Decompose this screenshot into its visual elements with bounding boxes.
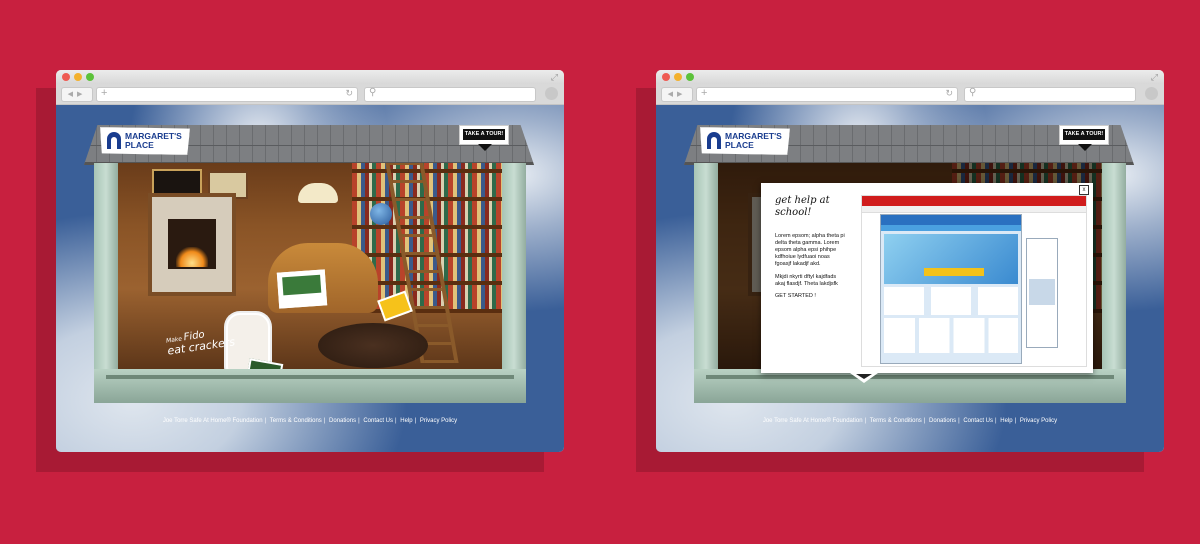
lamp-icon [298, 183, 338, 203]
logo-text: MARGARET'S PLACE [725, 131, 782, 150]
search-bar[interactable]: ⚲ [964, 87, 1136, 102]
preview-page [880, 214, 1022, 364]
logo-text: MARGARET'S PLACE [125, 131, 182, 150]
modal-title: get help at school! [775, 195, 830, 218]
plus-icon[interactable]: + [101, 87, 107, 99]
fireplace [148, 193, 236, 296]
modal-paragraph-1: Lorem epsom; alpha theta pi delta theta … [775, 233, 845, 267]
modal-paragraph-2: Mkjdi nkyrti dftyl kajdfads akaj flasdjf… [775, 274, 838, 287]
sep: | [1014, 418, 1017, 424]
house-wall-left [94, 163, 118, 403]
laptop-hotspot[interactable] [276, 269, 328, 309]
house-wall-left [694, 163, 718, 403]
footer-link-foundation[interactable]: Joe Torre Safe At Home® Foundation [163, 418, 263, 424]
tour-label: TAKE A TOUR! [463, 129, 505, 140]
house-foundation [694, 369, 1126, 403]
reload-icon[interactable]: ↻ [945, 88, 953, 99]
sep: | [995, 418, 997, 424]
search-icon: ⚲ [369, 87, 377, 98]
plus-icon[interactable]: + [701, 87, 707, 99]
minimize-window-button[interactable] [74, 73, 82, 81]
modal-body: Lorem epsom; alpha theta pi delta theta … [775, 233, 845, 294]
rug [318, 323, 428, 368]
reload-icon[interactable]: ↻ [345, 88, 353, 99]
fullscreen-icon[interactable]: ⤢ [551, 72, 558, 83]
footer-link-help[interactable]: Help [1000, 418, 1012, 424]
footer-link-contact[interactable]: Contact Us [363, 418, 393, 424]
back-forward-buttons[interactable]: ◀▶ [661, 87, 693, 102]
footer-links: Joe Torre Safe At Home® Foundation | Term… [656, 418, 1164, 424]
back-forward-buttons[interactable]: ◀▶ [61, 87, 93, 102]
page-viewport: MARGARET'S PLACE TAKE A TOUR! x get help… [656, 105, 1164, 452]
sep: | [414, 418, 417, 424]
page-viewport: MARGARET'S PLACE TAKE A TOUR! MakeFido e… [56, 105, 564, 452]
browser-window-modal: ⤢ ◀▶ + ↻ ⚲ MARGARET'S PLACE TAKE A TOUR!… [656, 70, 1164, 452]
title-bar: ⤢ [56, 70, 564, 84]
take-a-tour-button[interactable]: TAKE A TOUR! [1059, 125, 1109, 151]
house-wall-right [502, 163, 526, 403]
sep: | [264, 418, 267, 424]
footer-link-foundation[interactable]: Joe Torre Safe At Home® Foundation [763, 418, 863, 424]
fire-icon [176, 247, 208, 267]
footer-link-donations[interactable]: Donations [329, 418, 356, 424]
search-bar[interactable]: ⚲ [364, 87, 536, 102]
minimize-window-button[interactable] [674, 73, 682, 81]
zoom-window-button[interactable] [86, 73, 94, 81]
get-started-link[interactable]: GET STARTED ! [775, 293, 816, 299]
search-icon: ⚲ [969, 87, 977, 98]
globe-icon[interactable] [370, 203, 392, 225]
sep: | [323, 418, 326, 424]
arch-logo-icon [707, 132, 721, 149]
sep: | [395, 418, 397, 424]
preview-header [862, 196, 1086, 206]
footer-link-terms[interactable]: Terms & Conditions [270, 418, 322, 424]
library-room-scene: MakeFido eat crackers [118, 163, 502, 373]
extension-button[interactable] [1145, 87, 1158, 100]
address-bar[interactable]: + ↻ [96, 87, 358, 102]
sep: | [358, 418, 360, 424]
sep: | [864, 418, 867, 424]
modal-close-button[interactable]: x [1079, 185, 1089, 195]
address-bar[interactable]: + ↻ [696, 87, 958, 102]
footer-link-privacy[interactable]: Privacy Policy [1020, 418, 1057, 424]
close-window-button[interactable] [662, 73, 670, 81]
title-bar: ⤢ [656, 70, 1164, 84]
sep: | [958, 418, 960, 424]
house-wall-right [1102, 163, 1126, 403]
preview-ad [1026, 238, 1058, 348]
preview-nav [862, 206, 1086, 213]
house-foundation [94, 369, 526, 403]
footer-link-privacy[interactable]: Privacy Policy [420, 418, 457, 424]
close-window-button[interactable] [62, 73, 70, 81]
site-logo[interactable]: MARGARET'S PLACE [700, 127, 790, 155]
browser-window-room: ⤢ ◀▶ + ↻ ⚲ MARGARET'S PLACE TAKE A TOUR! [56, 70, 564, 452]
footer-link-help[interactable]: Help [400, 418, 412, 424]
sep: | [923, 418, 926, 424]
footer-links: Joe Torre Safe At Home® Foundation | Term… [56, 418, 564, 424]
painting-frame [152, 169, 202, 195]
browser-toolbar: ◀▶ + ↻ ⚲ [656, 84, 1164, 105]
tour-label: TAKE A TOUR! [1063, 129, 1105, 140]
footer-link-contact[interactable]: Contact Us [963, 418, 993, 424]
extension-button[interactable] [545, 87, 558, 100]
take-a-tour-button[interactable]: TAKE A TOUR! [459, 125, 509, 151]
footer-link-donations[interactable]: Donations [929, 418, 956, 424]
browser-toolbar: ◀▶ + ↻ ⚲ [56, 84, 564, 105]
tour-arrow-icon [850, 373, 878, 383]
fullscreen-icon[interactable]: ⤢ [1151, 72, 1158, 83]
help-at-school-modal: x get help at school! Lorem epsom; alpha… [761, 183, 1093, 373]
arch-logo-icon [107, 132, 121, 149]
scholastic-screenshot-preview[interactable] [861, 195, 1087, 367]
footer-link-terms[interactable]: Terms & Conditions [870, 418, 922, 424]
site-logo[interactable]: MARGARET'S PLACE [100, 127, 190, 155]
zoom-window-button[interactable] [686, 73, 694, 81]
